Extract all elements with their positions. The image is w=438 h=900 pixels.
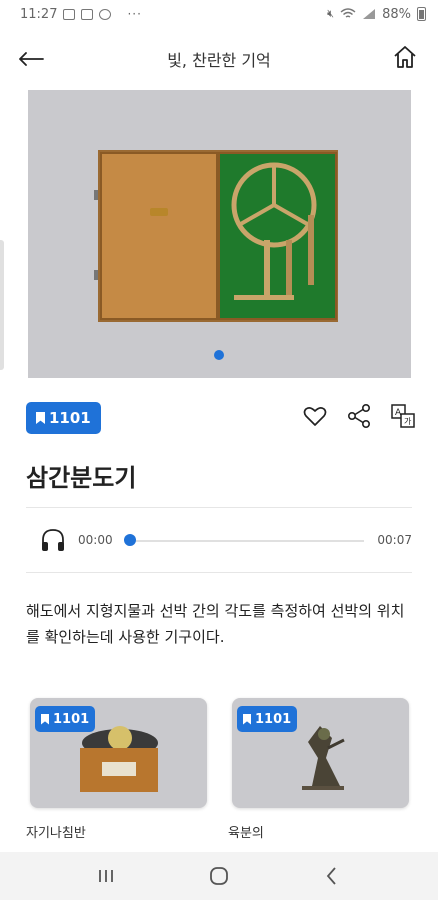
related-card-compass[interactable]: 1101: [30, 698, 207, 808]
bookmark-icon: [36, 412, 45, 424]
audio-progress-track[interactable]: [126, 540, 364, 542]
battery-percent: 88%: [382, 6, 411, 22]
related-number: 1101: [53, 711, 90, 727]
wifi-icon: [340, 8, 356, 18]
related-card-sextant[interactable]: 1101: [232, 698, 409, 808]
notification-icon: [63, 8, 76, 20]
status-right: 🔇︎ 88%: [327, 7, 426, 22]
exhibit-description: 해도에서 지형지물과 선박 간의 각도를 측정하여 선박의 위치를 확인하는데 …: [26, 602, 405, 646]
exhibit-number-badge: 1101: [26, 402, 101, 434]
audio-player: 00:00 00:07: [26, 520, 412, 560]
page-title: 빛, 찬란한 기억: [167, 51, 271, 70]
notification-icon-3: [99, 8, 112, 20]
svg-text:가: 가: [404, 417, 412, 426]
status-bar: 11:27 ··· 🔇︎ 88%: [0, 0, 438, 28]
home-nav-icon[interactable]: [207, 864, 231, 888]
back-nav-icon[interactable]: [320, 864, 344, 888]
related-name[interactable]: 자기나침반: [26, 822, 86, 841]
headphones-icon[interactable]: [40, 527, 66, 553]
back-button[interactable]: [18, 44, 52, 74]
heart-icon[interactable]: [302, 403, 328, 429]
divider-top: [26, 507, 412, 508]
share-icon[interactable]: [346, 403, 372, 429]
related-badge: 1101: [35, 706, 96, 732]
related-badge: 1101: [237, 706, 298, 732]
exhibit-number: 1101: [49, 409, 91, 427]
battery-icon: [417, 7, 426, 21]
status-time: 11:27: [20, 6, 58, 22]
system-nav-bar: [0, 852, 438, 900]
related-number: 1101: [255, 711, 292, 727]
exhibit-title: 삼간분도기: [26, 464, 137, 492]
exhibit-image[interactable]: [28, 90, 411, 378]
mute-icon: 🔇︎: [327, 7, 335, 20]
status-left: 11:27 ···: [20, 7, 142, 22]
carousel-indicator[interactable]: [214, 350, 224, 360]
related-name[interactable]: 육분의: [228, 822, 264, 841]
translate-icon[interactable]: A 가: [390, 403, 416, 429]
svg-text:A: A: [395, 408, 402, 418]
bookmark-icon: [243, 713, 251, 725]
action-icons: A 가: [302, 403, 416, 429]
arrow-left-icon: [19, 52, 44, 66]
app-header: 빛, 찬란한 기억: [0, 28, 438, 90]
edge-handle[interactable]: [0, 240, 4, 370]
more-notifications: ···: [127, 7, 142, 21]
home-icon: [394, 46, 416, 68]
audio-current-time: 00:00: [78, 533, 113, 547]
notification-icon-2: [81, 8, 94, 20]
sextant-box-illustration: [94, 150, 338, 322]
bookmark-icon: [41, 713, 49, 725]
divider-bottom: [26, 572, 412, 573]
home-button[interactable]: [390, 42, 420, 72]
audio-total-time: 00:07: [377, 533, 412, 547]
signal-icon: [363, 9, 376, 19]
audio-progress-knob[interactable]: [124, 534, 136, 546]
recent-apps-icon[interactable]: [94, 864, 118, 888]
